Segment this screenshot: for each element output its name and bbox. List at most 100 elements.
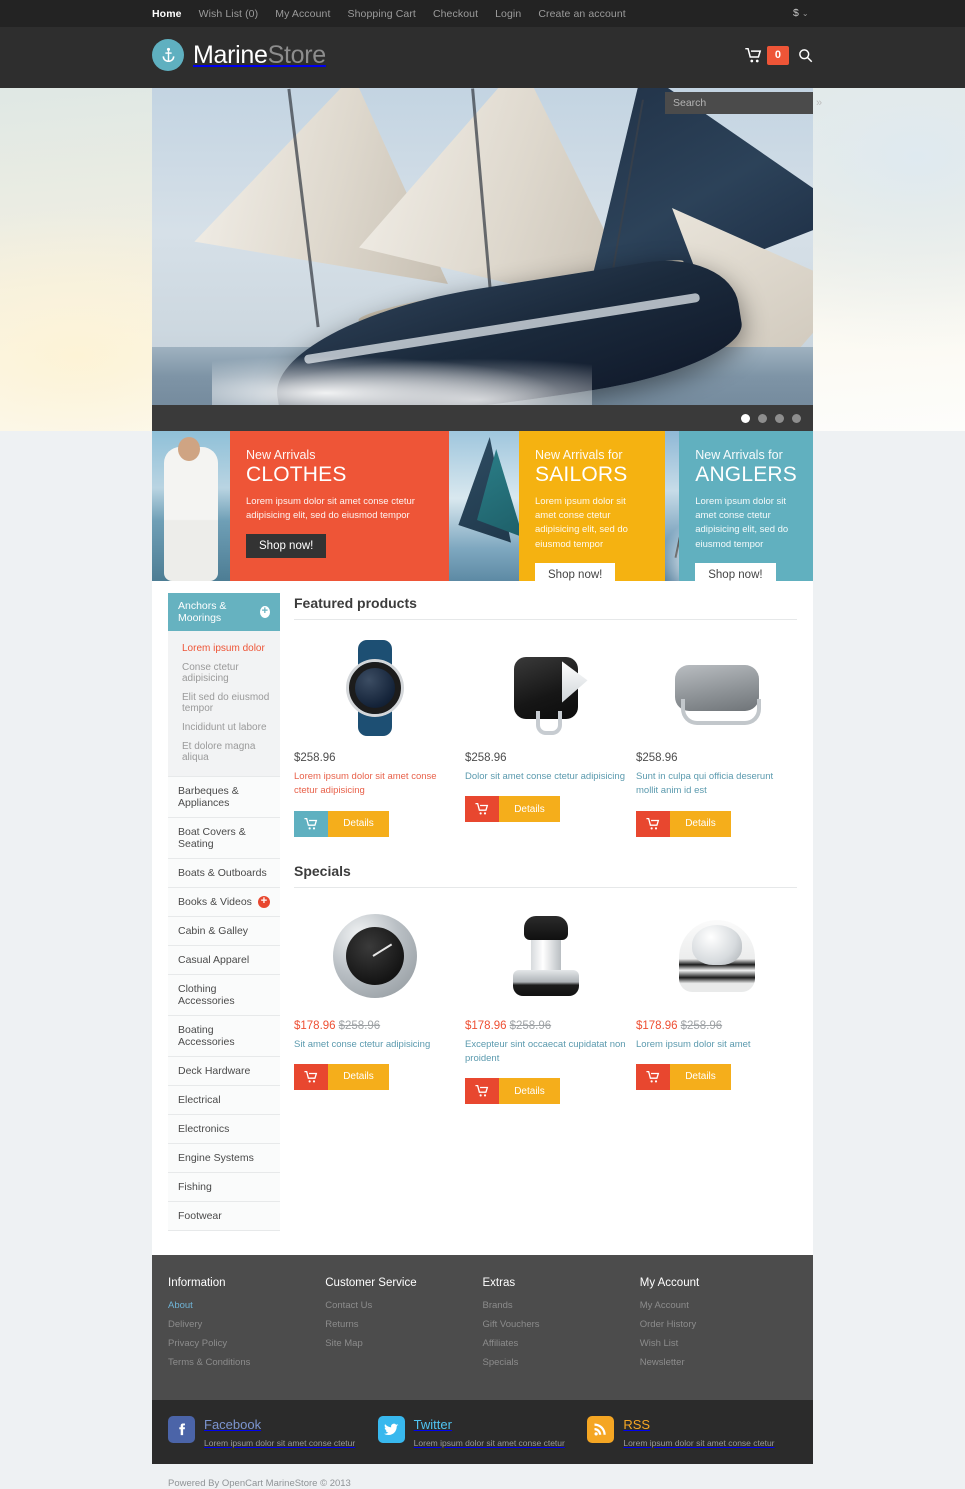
social-rss[interactable]: RSS Lorem ipsum dolor sit amet conse cte… (587, 1416, 797, 1448)
specials-heading: Specials (294, 863, 797, 888)
search-box[interactable]: » (665, 92, 822, 114)
hero-slide[interactable] (152, 88, 813, 431)
logo[interactable]: MarineStore (152, 39, 326, 71)
sidebar-item-anchors-moorings[interactable]: Anchors & Moorings + (168, 593, 280, 631)
slider-dot-1[interactable] (741, 414, 750, 423)
product-image-watch[interactable] (294, 634, 455, 742)
topnav-link-login[interactable]: Login (495, 8, 521, 20)
sidebar-item-footwear[interactable]: Footwear (168, 1202, 280, 1231)
footer-link-my-account[interactable]: My Account (640, 1300, 797, 1311)
plus-icon[interactable]: + (259, 606, 270, 618)
promo-shop-now-button[interactable]: Shop now! (246, 534, 327, 559)
sidebar-subitem-0[interactable]: Lorem ipsum dolor (168, 639, 280, 658)
product-image-block[interactable] (465, 634, 626, 742)
add-to-cart-button[interactable] (294, 810, 328, 837)
product-image-clock[interactable] (294, 902, 455, 1010)
product-name[interactable]: Lorem ipsum dolor sit amet conse ctetur … (294, 770, 455, 799)
social-facebook[interactable]: Facebook Lorem ipsum dolor sit amet cons… (168, 1416, 378, 1448)
details-button[interactable]: Details (670, 810, 731, 837)
social-twitter[interactable]: Twitter Lorem ipsum dolor sit amet conse… (377, 1416, 588, 1448)
footer-link-site-map[interactable]: Site Map (325, 1338, 482, 1349)
sidebar-item-electronics[interactable]: Electronics (168, 1115, 280, 1144)
promo-shop-now-button[interactable]: Shop now! (535, 563, 616, 581)
sidebar-item-boat-covers-seating[interactable]: Boat Covers & Seating (168, 818, 280, 859)
add-to-cart-button[interactable] (465, 1078, 499, 1104)
add-to-cart-button[interactable] (294, 1063, 328, 1090)
currency-selector[interactable]: $ ⌄ (793, 7, 809, 19)
sidebar-item-boats-outboards[interactable]: Boats & Outboards (168, 859, 280, 888)
promo-banner-sailors[interactable]: New Arrivals for SAILORS Lorem ipsum dol… (449, 431, 665, 581)
product-name[interactable]: Dolor sit amet conse ctetur adipisicing (465, 770, 626, 784)
footer-link-order-history[interactable]: Order History (640, 1319, 797, 1330)
sidebar-item-deck-hardware[interactable]: Deck Hardware (168, 1057, 280, 1086)
footer-link-delivery[interactable]: Delivery (168, 1319, 325, 1330)
sidebar-subitem-1[interactable]: Conse ctetur adipisicing (168, 658, 280, 688)
footer-link-terms-conditions[interactable]: Terms & Conditions (168, 1357, 325, 1368)
search-submit-button[interactable]: » (816, 97, 830, 109)
sidebar-subitem-4[interactable]: Et dolore magna aliqua (168, 737, 280, 767)
social-name: Facebook (204, 1417, 262, 1432)
footer-link-gift-vouchers[interactable]: Gift Vouchers (483, 1319, 640, 1330)
add-to-cart-button[interactable] (465, 796, 499, 823)
product-card[interactable]: $258.96 Sunt in culpa qui officia deseru… (636, 634, 797, 837)
add-to-cart-button[interactable] (636, 810, 670, 837)
cart-button[interactable]: 0 (745, 46, 789, 65)
sidebar-item-electrical[interactable]: Electrical (168, 1086, 280, 1115)
main-content: Anchors & Moorings + Lorem ipsum dolor C… (152, 581, 813, 1255)
details-button[interactable]: Details (670, 1063, 731, 1090)
search-input[interactable] (665, 97, 816, 109)
sidebar-item-engine-systems[interactable]: Engine Systems (168, 1144, 280, 1173)
sidebar-item-books-videos[interactable]: Books & Videos + (168, 888, 280, 917)
product-card[interactable]: $178.96 $258.96 Lorem ipsum dolor sit ame… (636, 902, 797, 1105)
product-card[interactable]: $178.96 $258.96 Excepteur sint occaecat c… (465, 902, 626, 1104)
sidebar-item-clothing-accessories[interactable]: Clothing Accessories (168, 975, 280, 1016)
details-button[interactable]: Details (499, 1078, 560, 1104)
topnav-link-checkout[interactable]: Checkout (433, 8, 478, 20)
product-name[interactable]: Lorem ipsum dolor sit amet (636, 1038, 797, 1052)
specials-grid: $178.96 $258.96 Sit amet conse ctetur adi… (294, 902, 797, 1105)
sidebar-item-label: Electronics (178, 1123, 230, 1135)
topnav-link-home[interactable]: Home (152, 8, 182, 20)
footer-link-about[interactable]: About (168, 1300, 325, 1311)
product-name[interactable]: Sunt in culpa qui officia deserunt molli… (636, 770, 797, 799)
footer-link-specials[interactable]: Specials (483, 1357, 640, 1368)
details-button[interactable]: Details (328, 810, 389, 837)
product-card[interactable]: $178.96 $258.96 Sit amet conse ctetur adi… (294, 902, 455, 1105)
sidebar-item-boating-accessories[interactable]: Boating Accessories (168, 1016, 280, 1057)
details-button[interactable]: Details (328, 1063, 389, 1090)
footer-link-returns[interactable]: Returns (325, 1319, 482, 1330)
product-image-compass[interactable] (636, 902, 797, 1010)
sidebar-item-cabin-galley[interactable]: Cabin & Galley (168, 917, 280, 946)
promo-shop-now-button[interactable]: Shop now! (695, 563, 776, 581)
plus-icon[interactable]: + (258, 896, 270, 908)
details-button[interactable]: Details (499, 796, 560, 823)
footer-link-wish-list[interactable]: Wish List (640, 1338, 797, 1349)
topnav-link-shopping-cart[interactable]: Shopping Cart (348, 8, 416, 20)
footer-link-privacy-policy[interactable]: Privacy Policy (168, 1338, 325, 1349)
sidebar-item-casual-apparel[interactable]: Casual Apparel (168, 946, 280, 975)
product-name[interactable]: Sit amet conse ctetur adipisicing (294, 1038, 455, 1052)
topnav-link-my-account[interactable]: My Account (275, 8, 330, 20)
product-name[interactable]: Excepteur sint occaecat cupidatat non pr… (465, 1038, 626, 1067)
sidebar-item-fishing[interactable]: Fishing (168, 1173, 280, 1202)
slider-dot-4[interactable] (792, 414, 801, 423)
promo-banner-clothes[interactable]: New Arrivals CLOTHES Lorem ipsum dolor s… (152, 431, 449, 581)
search-icon[interactable] (798, 48, 813, 63)
topnav-link-wishlist[interactable]: Wish List (0) (199, 8, 259, 20)
footer-link-contact-us[interactable]: Contact Us (325, 1300, 482, 1311)
slider-dot-3[interactable] (775, 414, 784, 423)
slider-dot-2[interactable] (758, 414, 767, 423)
add-to-cart-button[interactable] (636, 1063, 670, 1090)
topnav-link-create-account[interactable]: Create an account (538, 8, 626, 20)
footer-link-newsletter[interactable]: Newsletter (640, 1357, 797, 1368)
product-image-hatch[interactable] (636, 634, 797, 742)
sidebar-subitem-2[interactable]: Elit sed do eiusmod tempor (168, 688, 280, 718)
sidebar-subitem-3[interactable]: Incididunt ut labore (168, 718, 280, 737)
footer-link-brands[interactable]: Brands (483, 1300, 640, 1311)
footer-link-affiliates[interactable]: Affiliates (483, 1338, 640, 1349)
product-image-winch[interactable] (465, 902, 626, 1010)
product-card[interactable]: $258.96 Lorem ipsum dolor sit amet conse… (294, 634, 455, 837)
product-card[interactable]: $258.96 Dolor sit amet conse ctetur adip… (465, 634, 626, 837)
sidebar-item-barbeques-appliances[interactable]: Barbeques & Appliances (168, 776, 280, 818)
promo-banner-anglers[interactable]: New Arrivals for ANGLERS Lorem ipsum dol… (665, 431, 813, 581)
